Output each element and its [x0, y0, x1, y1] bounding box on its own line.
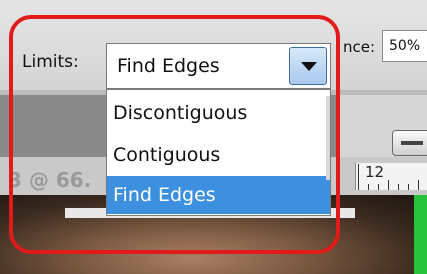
horizontal-ruler: 12 [355, 163, 427, 190]
highlight-outline [9, 15, 340, 254]
tolerance-label: nce: [343, 38, 376, 56]
ruler-tick [388, 180, 389, 190]
ruler-tick [358, 164, 359, 190]
ruler-tick [368, 184, 369, 190]
ruler-tick [418, 180, 419, 190]
ruler-tick [408, 184, 409, 190]
minimize-button[interactable] [392, 130, 427, 156]
tolerance-field[interactable]: 50% [382, 30, 427, 62]
ruler-tick [378, 184, 379, 190]
canvas-green-area [414, 195, 427, 274]
ruler-label: 12 [365, 163, 385, 181]
ruler-tick [398, 184, 399, 190]
